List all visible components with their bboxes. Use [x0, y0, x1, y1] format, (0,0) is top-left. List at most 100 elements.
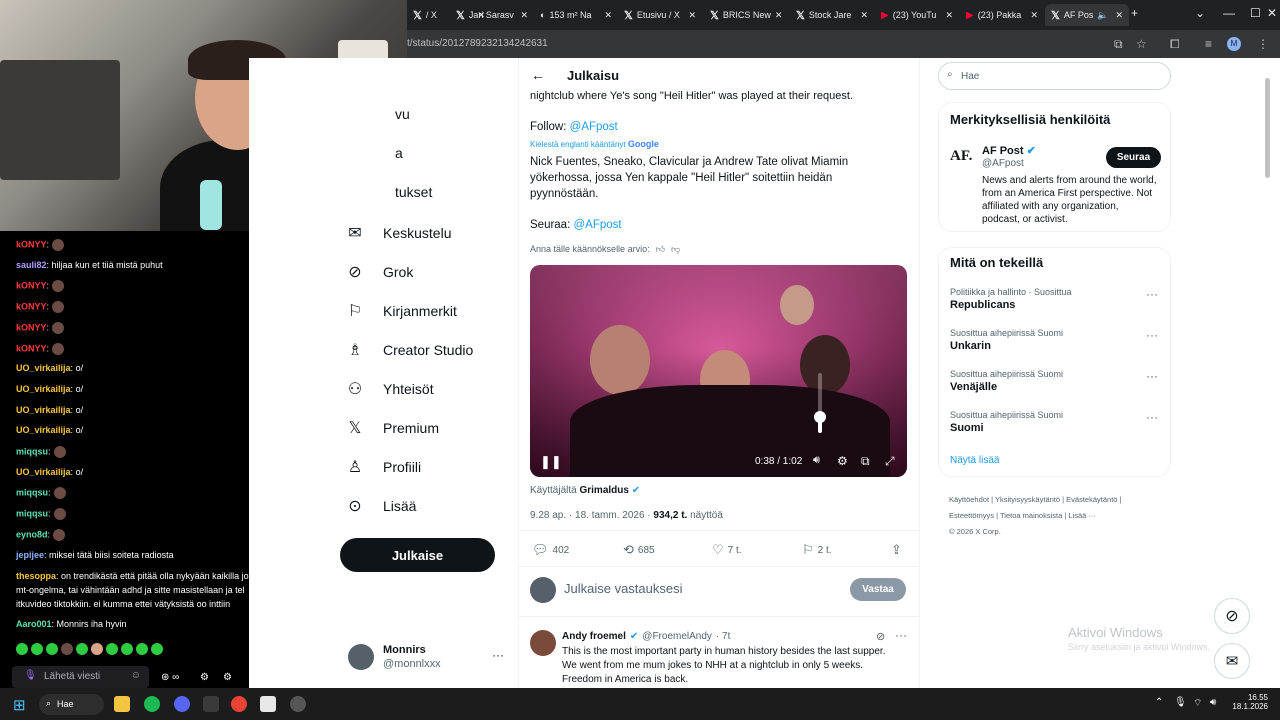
bookmark-button[interactable]: ⚐ 2 t.: [802, 542, 832, 558]
grok-icon[interactable]: ⊘: [876, 630, 885, 643]
chat-username[interactable]: kONYY: [16, 239, 47, 249]
spotify-icon[interactable]: [144, 696, 160, 712]
chat-username[interactable]: jepijee: [16, 550, 44, 560]
new-tab-button[interactable]: +: [1131, 6, 1138, 20]
maximize-icon[interactable]: ☐: [1250, 6, 1261, 20]
settings-gear-icon[interactable]: ⚙: [837, 454, 848, 468]
obs-icon[interactable]: [290, 696, 306, 712]
footer-link[interactable]: Lisää ···: [1068, 511, 1096, 520]
fullscreen-icon[interactable]: ⤢: [885, 454, 895, 469]
thumbs-up-icon[interactable]: 👍︎: [656, 244, 665, 255]
extensions-icon[interactable]: ⧠: [1170, 37, 1180, 52]
file-explorer-icon[interactable]: [114, 696, 130, 712]
mention-link[interactable]: @AFpost: [573, 219, 621, 231]
chat-username[interactable]: UO_virkailija: [16, 405, 71, 415]
browser-tab[interactable]: 𝕏 Etusivu / X ✕: [618, 4, 702, 26]
thumbs-down-icon[interactable]: 👎︎: [671, 244, 680, 255]
clock[interactable]: 16.55 18.1.2026: [1232, 693, 1268, 711]
nav-item-creator-studio[interactable]: ♗ Creator Studio: [345, 340, 473, 360]
post-button[interactable]: Julkaise: [340, 538, 495, 572]
chat-username[interactable]: miqqsu: [16, 446, 48, 456]
nav-item-explore[interactable]: a: [395, 145, 403, 161]
browser-tab[interactable]: ▶ (23) Pakka ✕: [960, 4, 1044, 26]
menu-icon[interactable]: ⋮: [1257, 37, 1269, 51]
chat-username[interactable]: kONYY: [16, 301, 47, 311]
reply-author-handle[interactable]: @FroemelAndy: [642, 631, 712, 642]
emoji-icon[interactable]: ☺: [131, 670, 141, 681]
chat-username[interactable]: UO_virkailija: [16, 425, 71, 435]
grok-fab[interactable]: ⊘: [1214, 598, 1250, 634]
chat-settings-gear-icon[interactable]: ⚙: [200, 672, 209, 683]
taskbar-search[interactable]: ⌕ Hae: [39, 694, 104, 715]
url-text[interactable]: t/status/2012789232134242631: [407, 38, 548, 49]
nav-item-grok[interactable]: ⊘ Grok: [345, 262, 413, 282]
close-icon[interactable]: ✕: [1030, 10, 1038, 21]
reply-more-icon[interactable]: ···: [895, 628, 907, 642]
nav-item-home[interactable]: vu: [395, 106, 410, 122]
search-input[interactable]: ⌕ Hae: [938, 62, 1171, 90]
close-icon[interactable]: ✕: [775, 10, 783, 21]
app-icon[interactable]: [260, 696, 276, 712]
nav-item-more[interactable]: ⊙ Lisää: [345, 496, 416, 516]
video-player[interactable]: ❚❚ 0:38 / 1:02 🔊︎ ⚙ ⧉ ⤢: [530, 265, 907, 477]
chat-username[interactable]: miqqsu: [16, 508, 48, 518]
trend-more-icon[interactable]: ···: [1146, 328, 1158, 342]
chat-username[interactable]: kONYY: [16, 281, 47, 291]
chat-username[interactable]: UO_virkailija: [16, 467, 71, 477]
browser-tab[interactable]: ◐ 153 m² Na ✕: [534, 4, 618, 26]
close-icon[interactable]: ✕: [945, 10, 953, 21]
microphone-icon[interactable]: 🎙: [1174, 697, 1187, 708]
address-bar[interactable]: t/status/2012789232134242631 ⧉ ☆ ⧠ ≡ M ⋮: [407, 30, 1280, 58]
nav-item-bookmarks[interactable]: ⚐ Kirjanmerkit: [345, 301, 457, 321]
chat-username[interactable]: UO_virkailija: [16, 384, 71, 394]
nav-item-communities[interactable]: ⚇ Yhteisöt: [345, 379, 434, 399]
chat-input[interactable]: 🎙 Lähetä viesti ☺: [12, 666, 149, 688]
chat-username[interactable]: kONYY: [16, 343, 47, 353]
footer-link[interactable]: Evästekäytäntö: [1066, 495, 1117, 504]
picture-in-picture-icon[interactable]: ⧉: [861, 454, 870, 469]
repost-button[interactable]: ⟲ 685: [623, 542, 655, 558]
like-button[interactable]: ♡ 7 t.: [712, 542, 742, 558]
chat-username[interactable]: UO_virkailija: [16, 363, 71, 373]
browser-tab-active[interactable]: 𝕏 AF Pos 🔈 ✕: [1045, 4, 1129, 26]
close-icon[interactable]: ✕: [520, 10, 528, 21]
discord-icon[interactable]: [174, 696, 190, 712]
x-app-icon[interactable]: [203, 696, 219, 712]
chat-username[interactable]: miqqsu: [16, 488, 48, 498]
mic-icon[interactable]: 🎙: [24, 670, 37, 681]
avatar[interactable]: [348, 644, 374, 670]
footer-link[interactable]: Esteettömyys: [949, 511, 994, 520]
chat-username[interactable]: sauli82: [16, 260, 47, 270]
chat-username[interactable]: thesoppa: [16, 571, 56, 581]
browser-tab[interactable]: 𝕏 Stock Jare ✕: [790, 4, 874, 26]
volume-slider[interactable]: [818, 373, 822, 433]
install-app-icon[interactable]: ⧉: [1114, 37, 1123, 52]
chat-username[interactable]: Aaro001: [16, 619, 52, 629]
person-name[interactable]: AF Post ✔: [982, 144, 1036, 157]
mention-link[interactable]: @AFpost: [570, 121, 618, 133]
trend-more-icon[interactable]: ···: [1146, 369, 1158, 383]
reply-button[interactable]: 💬︎ 402: [532, 542, 569, 558]
follow-button[interactable]: Seuraa: [1106, 147, 1161, 168]
close-icon[interactable]: ✕: [604, 10, 612, 21]
profile-avatar-icon[interactable]: M: [1227, 37, 1241, 51]
close-icon[interactable]: ✕: [688, 10, 696, 21]
pause-icon[interactable]: ❚❚: [540, 454, 562, 470]
account-more-icon[interactable]: ···: [492, 648, 504, 662]
speaker-icon[interactable]: 🔊︎: [1210, 697, 1216, 708]
reply-composer-input[interactable]: Julkaise vastauksesi: [564, 581, 683, 596]
share-button[interactable]: ⇪: [891, 542, 902, 558]
browser-tab[interactable]: ▶ (23) YouTu ✕: [875, 4, 959, 26]
settings-icon[interactable]: ⚙: [223, 672, 232, 683]
back-arrow-icon[interactable]: ←: [531, 67, 545, 83]
nav-item-notifications[interactable]: tukset: [395, 184, 432, 200]
close-icon[interactable]: ✕: [860, 10, 868, 21]
footer-link[interactable]: Yksityisyyskäytäntö: [995, 495, 1060, 504]
minimize-icon[interactable]: —: [1223, 6, 1235, 20]
browser-tab[interactable]: 𝕏 BRICS New ✕: [704, 4, 788, 26]
footer-link[interactable]: Tietoa mainoksista: [1000, 511, 1062, 520]
reply-author-name[interactable]: Andy froemel: [562, 631, 626, 642]
tray-chevron-icon[interactable]: ⌃: [1155, 697, 1163, 708]
wifi-icon[interactable]: ⌔: [1193, 697, 1202, 710]
browser-tab[interactable]: 𝕏 Jari Sarasv ✕: [450, 4, 534, 26]
